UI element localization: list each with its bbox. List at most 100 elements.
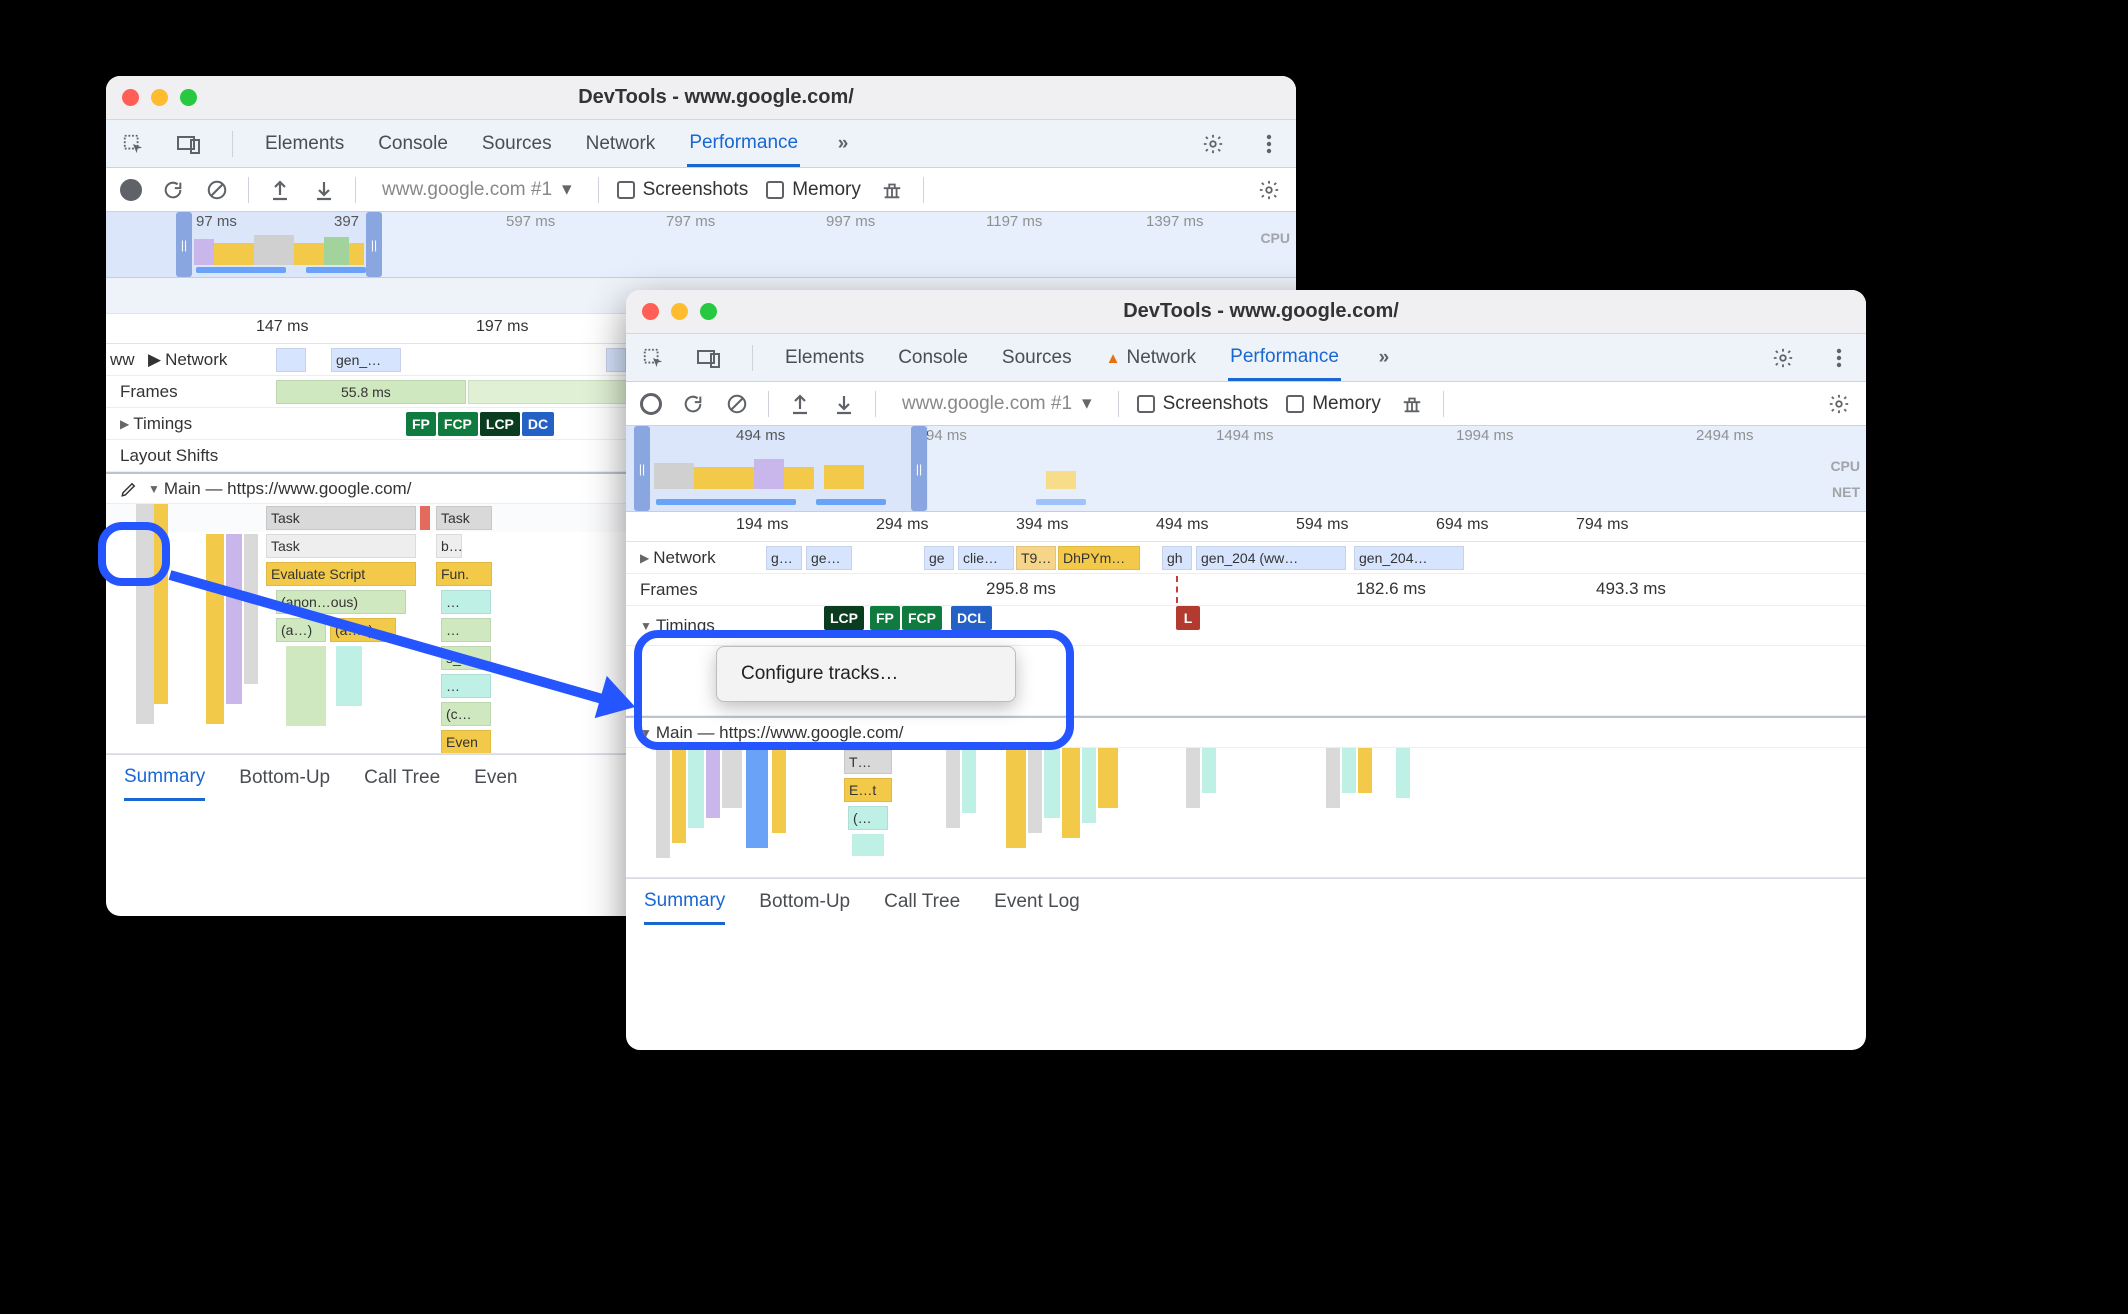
- summary-tab[interactable]: Summary: [644, 880, 725, 925]
- overview-handle-right[interactable]: ||: [366, 212, 382, 277]
- reload-record-icon[interactable]: [160, 177, 186, 203]
- screenshots-checkbox[interactable]: Screenshots: [1137, 393, 1269, 415]
- frame-value: 493.3 ms: [1596, 579, 1666, 599]
- screenshots-checkbox[interactable]: Screenshots: [617, 179, 749, 201]
- settings-gear-icon[interactable]: [1200, 131, 1226, 157]
- bottom-up-tab[interactable]: Bottom-Up: [759, 881, 850, 923]
- network-item[interactable]: gen_204…: [1354, 546, 1464, 570]
- task-segment[interactable]: Task: [436, 506, 492, 530]
- configure-tracks-item[interactable]: Configure tracks…: [717, 657, 1015, 691]
- upload-icon[interactable]: [267, 177, 293, 203]
- network-item[interactable]: ge…: [806, 546, 852, 570]
- call-tree-tab[interactable]: Call Tree: [884, 881, 960, 923]
- tab-console[interactable]: Console: [376, 123, 450, 165]
- garbage-collect-icon[interactable]: [1399, 391, 1425, 417]
- main-track-row[interactable]: ▼Main — https://www.google.com/: [626, 716, 1866, 748]
- timing-badge-fcp[interactable]: FCP: [438, 412, 478, 436]
- tab-elements[interactable]: Elements: [783, 337, 866, 379]
- clear-icon[interactable]: [204, 177, 230, 203]
- task-segment[interactable]: Task: [266, 506, 416, 530]
- track-context-menu[interactable]: Configure tracks…: [716, 646, 1016, 702]
- kebab-menu-icon[interactable]: [1256, 131, 1282, 157]
- network-item[interactable]: gen_204 (ww…: [1196, 546, 1346, 570]
- edit-pencil-icon[interactable]: [120, 480, 138, 498]
- task-segment[interactable]: Task: [266, 534, 416, 558]
- overview-handle-left[interactable]: ||: [176, 212, 192, 277]
- recording-select[interactable]: www.google.com #1▾: [894, 390, 1100, 417]
- detail-ruler[interactable]: 194 ms 294 ms 394 ms 494 ms 594 ms 694 m…: [626, 512, 1866, 542]
- tab-performance[interactable]: Performance: [687, 122, 800, 167]
- download-icon[interactable]: [311, 177, 337, 203]
- performance-toolbar: www.google.com #1▾ Screenshots Memory: [106, 168, 1296, 212]
- tab-performance[interactable]: Performance: [1228, 336, 1341, 381]
- memory-checkbox[interactable]: Memory: [766, 179, 861, 201]
- timing-badge-dcl[interactable]: DC: [522, 412, 554, 436]
- memory-checkbox[interactable]: Memory: [1286, 393, 1381, 415]
- timing-badge-fp[interactable]: FP: [870, 606, 900, 630]
- network-item[interactable]: ge: [924, 546, 954, 570]
- window-title: DevTools - www.google.com/: [672, 300, 1850, 323]
- timing-badge-dcl[interactable]: DCL: [951, 606, 992, 630]
- capture-settings-gear-icon[interactable]: [1826, 391, 1852, 417]
- tab-network[interactable]: Network: [1104, 337, 1199, 379]
- close-window-button[interactable]: [642, 303, 659, 320]
- timing-badge-l[interactable]: L: [1176, 606, 1200, 630]
- download-icon[interactable]: [831, 391, 857, 417]
- network-item[interactable]: g…: [766, 546, 802, 570]
- devtools-window-front: DevTools - www.google.com/ Elements Cons…: [626, 290, 1866, 1050]
- details-tabbar: Summary Bottom-Up Call Tree Event Log: [626, 878, 1866, 924]
- cpu-overview[interactable]: || 494 ms 94 ms 1494 ms 1994 ms 2494 ms …: [626, 426, 1866, 512]
- frame-segment[interactable]: 55.8 ms: [276, 380, 466, 404]
- tab-elements[interactable]: Elements: [263, 123, 346, 165]
- more-tabs-icon[interactable]: »: [1371, 345, 1397, 371]
- bottom-up-tab[interactable]: Bottom-Up: [239, 757, 330, 799]
- tab-sources[interactable]: Sources: [480, 123, 554, 165]
- more-tabs-icon[interactable]: »: [830, 131, 856, 157]
- inspect-icon[interactable]: [640, 345, 666, 371]
- record-button[interactable]: [120, 179, 142, 201]
- event-log-tab[interactable]: Event Log: [994, 881, 1080, 923]
- clear-icon[interactable]: [724, 391, 750, 417]
- timing-badge-lcp[interactable]: LCP: [480, 412, 520, 436]
- js-segment[interactable]: b…: [436, 534, 462, 558]
- task-segment[interactable]: T…: [844, 750, 892, 774]
- device-toolbar-icon[interactable]: [696, 345, 722, 371]
- upload-icon[interactable]: [787, 391, 813, 417]
- reload-record-icon[interactable]: [680, 391, 706, 417]
- event-log-tab[interactable]: Even: [474, 757, 517, 799]
- kebab-menu-icon[interactable]: [1826, 345, 1852, 371]
- overview-tick: 494 ms: [736, 427, 785, 444]
- tab-network[interactable]: Network: [584, 123, 658, 165]
- ruler-tick: 494 ms: [1156, 516, 1208, 534]
- network-item[interactable]: DhPYm…: [1058, 546, 1140, 570]
- tracks-area: ▶Network g… ge… ge clie… T9… DhPYm… gh g…: [626, 542, 1866, 878]
- garbage-collect-icon[interactable]: [879, 177, 905, 203]
- tab-console[interactable]: Console: [896, 337, 970, 379]
- timing-badge-fp[interactable]: FP: [406, 412, 436, 436]
- evaluate-script-segment[interactable]: Evaluate Script: [266, 562, 416, 586]
- script-segment[interactable]: E…t: [844, 778, 892, 802]
- device-toolbar-icon[interactable]: [176, 131, 202, 157]
- close-window-button[interactable]: [122, 89, 139, 106]
- recording-select[interactable]: www.google.com #1▾: [374, 176, 580, 203]
- anon-segment[interactable]: (…: [848, 806, 888, 830]
- tab-sources[interactable]: Sources: [1000, 337, 1074, 379]
- timing-badge-fcp[interactable]: FCP: [902, 606, 942, 630]
- timings-track-row[interactable]: ▼Timings LCP FP FCP DCL L: [626, 606, 1866, 646]
- flame-chart[interactable]: T… E…t (…: [626, 748, 1866, 878]
- record-button[interactable]: [640, 393, 662, 415]
- network-item[interactable]: clie…: [958, 546, 1014, 570]
- function-segment[interactable]: Fun.: [436, 562, 492, 586]
- capture-settings-gear-icon[interactable]: [1256, 177, 1282, 203]
- network-item[interactable]: gh: [1162, 546, 1192, 570]
- inspect-icon[interactable]: [120, 131, 146, 157]
- network-track-row[interactable]: ▶Network g… ge… ge clie… T9… DhPYm… gh g…: [626, 542, 1866, 574]
- summary-tab[interactable]: Summary: [124, 756, 205, 801]
- settings-gear-icon[interactable]: [1770, 345, 1796, 371]
- timing-badge-lcp[interactable]: LCP: [824, 606, 864, 630]
- cpu-overview[interactable]: 97 ms 397 597 ms 797 ms 997 ms 1197 ms 1…: [106, 212, 1296, 278]
- titlebar: DevTools - www.google.com/: [626, 290, 1866, 334]
- frames-track-row[interactable]: Frames 295.8 ms 182.6 ms 493.3 ms: [626, 574, 1866, 606]
- network-item[interactable]: T9…: [1016, 546, 1056, 570]
- call-tree-tab[interactable]: Call Tree: [364, 757, 440, 799]
